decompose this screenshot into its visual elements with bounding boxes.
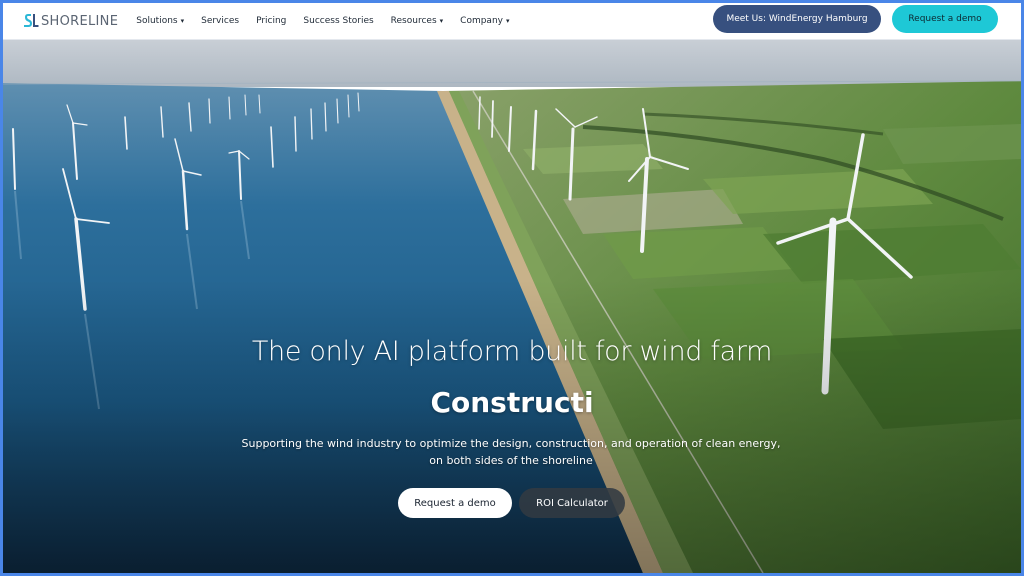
shoreline-logo[interactable]: SHORELINE bbox=[23, 3, 118, 39]
hero-section: The only AI platform built for wind farm… bbox=[3, 39, 1021, 573]
shoreline-logo-icon bbox=[24, 14, 39, 27]
request-demo-hero-button[interactable]: Request a demo bbox=[398, 488, 512, 518]
hero-subtext: Supporting the wind industry to optimize… bbox=[241, 437, 781, 467]
nav-item-label: Company bbox=[460, 16, 503, 26]
top-navbar: SHORELINE Solutions ▾ Services Pricing S… bbox=[3, 3, 1021, 40]
nav-item-success-stories[interactable]: Success Stories bbox=[303, 16, 373, 26]
nav-item-label: Pricing bbox=[256, 16, 287, 26]
nav-item-pricing[interactable]: Pricing bbox=[256, 16, 286, 26]
chevron-down-icon: ▾ bbox=[180, 17, 185, 25]
hero-copy: The only AI platform built for wind farm… bbox=[3, 39, 1021, 573]
nav-item-solutions[interactable]: Solutions ▾ bbox=[136, 16, 184, 26]
hero-rotating-word: Constructi bbox=[430, 386, 594, 419]
nav-item-label: Solutions bbox=[136, 16, 178, 26]
main-navigation: Solutions ▾ Services Pricing Success Sto… bbox=[136, 16, 526, 26]
nav-item-company[interactable]: Company ▾ bbox=[460, 16, 509, 26]
nav-item-label: Success Stories bbox=[303, 16, 374, 26]
hero-headline: The only AI platform built for wind farm bbox=[251, 336, 773, 367]
nav-item-label: Services bbox=[201, 16, 240, 26]
meet-us-button[interactable]: Meet Us: WindEnergy Hamburg bbox=[713, 5, 881, 33]
nav-item-resources[interactable]: Resources ▾ bbox=[391, 16, 443, 26]
roi-calculator-button[interactable]: ROI Calculator bbox=[519, 488, 625, 518]
chevron-down-icon: ▾ bbox=[505, 17, 510, 25]
request-demo-nav-button[interactable]: Request a demo bbox=[892, 5, 998, 33]
browser-viewport: SHORELINE Solutions ▾ Services Pricing S… bbox=[3, 3, 1021, 573]
logo-wordmark: SHORELINE bbox=[41, 13, 119, 29]
nav-item-services[interactable]: Services bbox=[201, 16, 239, 26]
chevron-down-icon: ▾ bbox=[439, 17, 444, 25]
nav-item-label: Resources bbox=[390, 16, 437, 26]
